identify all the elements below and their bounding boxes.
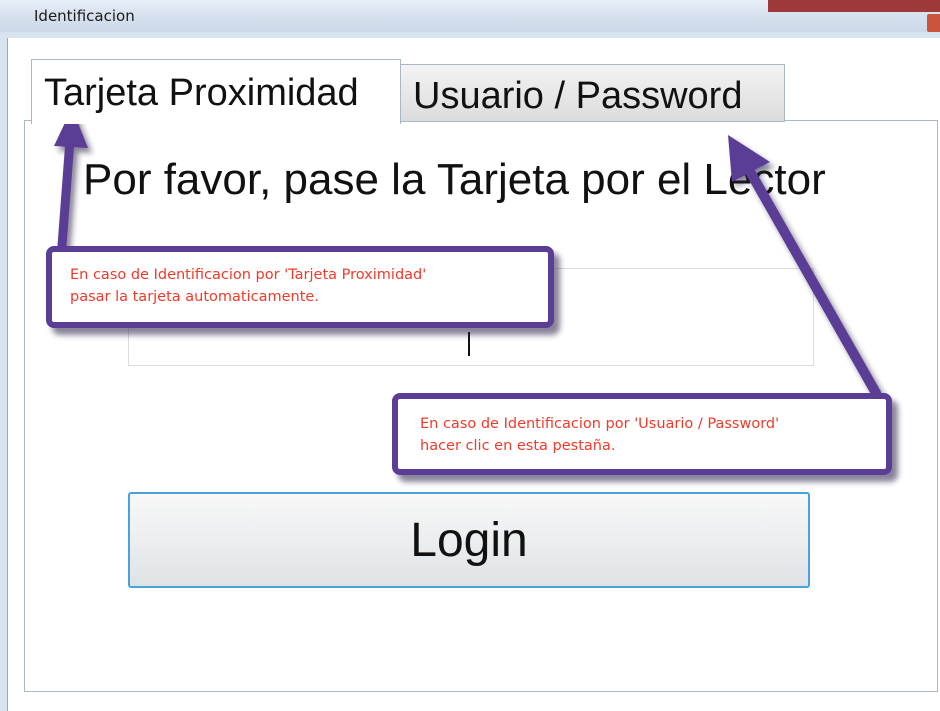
identificacion-window: Identificacion Tarjeta Proximidad Usuari… — [0, 0, 940, 711]
callout-text: En caso de Identificacion por 'Tarjeta P… — [70, 267, 427, 283]
callout-text: pasar la tarjeta automaticamente. — [70, 289, 319, 305]
close-icon[interactable] — [927, 14, 940, 32]
login-button[interactable]: Login — [128, 492, 810, 588]
tab-tarjeta-proximidad[interactable]: Tarjeta Proximidad — [31, 59, 401, 124]
callout-tarjeta-proximidad: En caso de Identificacion por 'Tarjeta P… — [46, 246, 554, 328]
callout-text: En caso de Identificacion por 'Usuario /… — [420, 416, 780, 432]
background-window-strip — [768, 0, 940, 12]
text-caret — [468, 332, 470, 356]
callout-usuario-password: En caso de Identificacion por 'Usuario /… — [392, 393, 892, 475]
callout-text: hacer clic en esta pestaña. — [420, 438, 616, 454]
card-prompt-text: Por favor, pase la Tarjeta por el Lector — [83, 155, 826, 204]
tab-usuario-password[interactable]: Usuario / Password — [400, 64, 785, 122]
window-title: Identificacion — [34, 7, 135, 25]
